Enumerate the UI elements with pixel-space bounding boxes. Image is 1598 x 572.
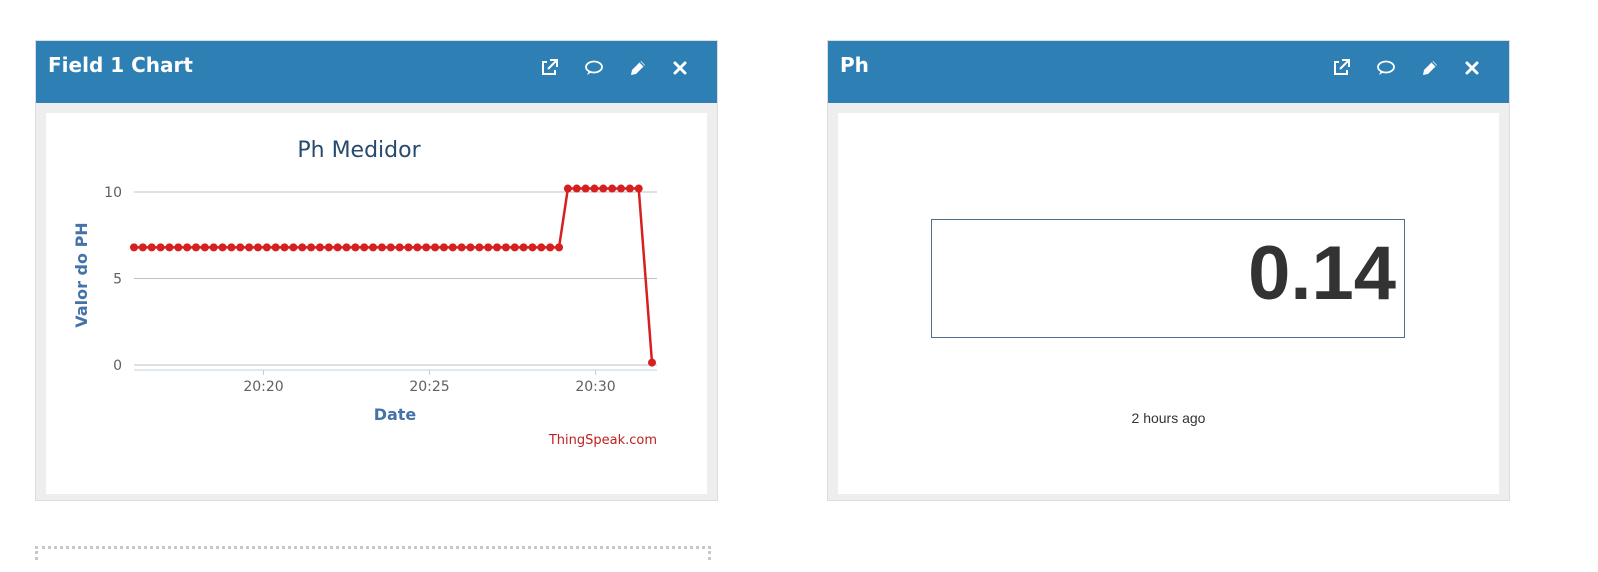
numeric-display-widget: Ph 0.14 2 hours ago	[827, 40, 1510, 501]
data-point	[315, 243, 324, 252]
data-point	[183, 243, 192, 252]
data-point	[634, 184, 643, 193]
widget-header: Field 1 Chart	[36, 41, 717, 103]
field-chart-widget: Field 1 Chart Ph Medidor 0 5 10 20:20 20:25 20…	[35, 40, 718, 501]
data-point	[147, 243, 156, 252]
data-point	[617, 184, 626, 193]
comment-icon[interactable]	[582, 57, 606, 79]
data-point	[457, 243, 466, 252]
external-link-icon[interactable]	[537, 57, 561, 79]
value-box: 0.14	[931, 219, 1405, 338]
data-point	[236, 243, 245, 252]
data-point	[271, 243, 280, 252]
chart-body: Ph Medidor 0 5 10 20:20 20:25 20:30 Date Valor d…	[46, 113, 707, 494]
data-point	[501, 243, 510, 252]
data-point	[209, 243, 218, 252]
data-point	[519, 243, 528, 252]
pencil-icon[interactable]	[626, 57, 650, 79]
chart-credit: ThingSpeak.com	[548, 433, 657, 448]
data-point	[191, 243, 200, 252]
x-tick-label: 20:25	[409, 379, 449, 395]
data-point	[475, 243, 484, 252]
last-update-time: 2 hours ago	[1131, 410, 1206, 426]
data-point	[227, 243, 236, 252]
external-link-icon[interactable]	[1329, 57, 1353, 79]
data-point	[253, 243, 262, 252]
add-widget-placeholder[interactable]	[35, 546, 711, 560]
data-point	[599, 184, 608, 193]
chart-title: Ph Medidor	[297, 138, 421, 163]
data-point	[289, 243, 298, 252]
y-axis-title: Valor do PH	[72, 222, 91, 327]
data-point	[431, 243, 440, 252]
data-point	[342, 243, 351, 252]
numeric-body: 0.14 2 hours ago	[838, 113, 1499, 494]
data-point	[466, 243, 475, 252]
data-point	[262, 243, 271, 252]
data-point	[572, 184, 581, 193]
data-point	[648, 358, 656, 367]
widget-header: Ph	[828, 41, 1509, 103]
data-point	[280, 243, 289, 252]
comment-icon[interactable]	[1374, 57, 1398, 79]
data-point	[333, 243, 342, 252]
data-point	[377, 243, 386, 252]
widget-title: Ph	[840, 53, 869, 77]
data-point	[546, 243, 555, 252]
x-tick-label: 20:30	[575, 379, 615, 395]
data-point	[395, 243, 404, 252]
data-point	[537, 243, 546, 252]
data-point	[625, 184, 634, 193]
data-point	[156, 243, 165, 252]
data-point	[555, 243, 564, 252]
data-point	[439, 243, 448, 252]
close-icon[interactable]	[1460, 57, 1484, 79]
data-point	[351, 243, 360, 252]
widget-title: Field 1 Chart	[48, 53, 193, 77]
data-point	[174, 243, 183, 252]
data-point	[422, 243, 431, 252]
data-point	[448, 243, 457, 252]
data-point	[413, 243, 422, 252]
data-point	[218, 243, 227, 252]
y-tick-label: 10	[104, 185, 122, 201]
data-point	[563, 184, 572, 193]
data-point	[404, 243, 413, 252]
y-tick-label: 5	[113, 272, 122, 288]
close-icon[interactable]	[668, 57, 692, 79]
pencil-icon[interactable]	[1418, 57, 1442, 79]
line-chart: Ph Medidor 0 5 10 20:20 20:25 20:30 Date Valor d…	[72, 138, 657, 448]
data-point	[245, 243, 254, 252]
y-tick-label: 0	[113, 358, 122, 374]
data-point	[386, 243, 395, 252]
data-point	[307, 243, 316, 252]
data-point	[298, 243, 307, 252]
data-point	[200, 243, 209, 252]
data-point	[138, 243, 147, 252]
data-point	[528, 243, 537, 252]
data-point	[493, 243, 502, 252]
x-tick-label: 20:20	[243, 379, 283, 395]
current-value: 0.14	[1248, 231, 1396, 316]
data-point	[324, 243, 333, 252]
data-point	[581, 184, 590, 193]
x-axis-title: Date	[374, 405, 417, 424]
data-point	[590, 184, 599, 193]
data-point	[484, 243, 493, 252]
data-point	[360, 243, 369, 252]
data-point	[369, 243, 378, 252]
series-line	[134, 187, 654, 363]
data-point	[510, 243, 519, 252]
data-point	[165, 243, 174, 252]
data-point	[608, 184, 617, 193]
data-point	[130, 243, 138, 252]
